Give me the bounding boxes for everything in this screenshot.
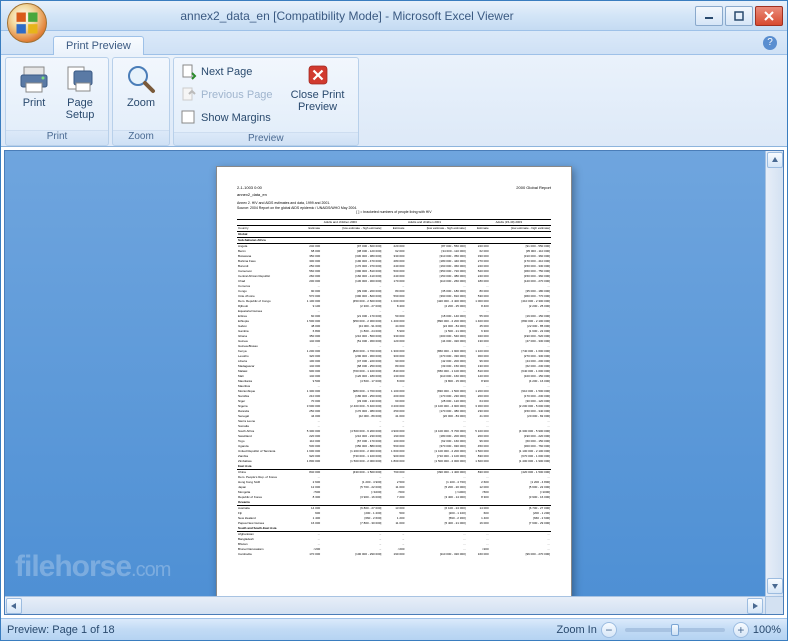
next-page-button[interactable]: Next Page — [179, 61, 275, 83]
tab-print-preview[interactable]: Print Preview — [53, 36, 144, 55]
zoom-controls: Zoom In − + 100% — [557, 622, 782, 638]
checkbox-icon — [181, 110, 197, 126]
ribbon-tabs: Print Preview ? — [1, 31, 787, 55]
window-title: annex2_data_en [Compatibility Mode] - Mi… — [1, 9, 693, 23]
office-button[interactable] — [7, 3, 47, 43]
vertical-scrollbar[interactable] — [765, 151, 783, 596]
group-zoom: Zoom Zoom — [112, 57, 170, 146]
page-setup-button[interactable]: Page Setup — [57, 61, 103, 121]
scroll-up-icon[interactable] — [767, 152, 783, 168]
scroll-right-icon[interactable] — [747, 598, 763, 614]
close-preview-button[interactable]: Close Print Preview — [283, 61, 353, 113]
zoom-thumb[interactable] — [671, 624, 679, 636]
statusbar: Preview: Page 1 of 18 Zoom In − + 100% — [1, 618, 787, 640]
help-icon[interactable]: ? — [763, 36, 777, 50]
printer-icon — [18, 63, 50, 95]
page-down-icon — [181, 64, 197, 80]
zoom-slider[interactable] — [625, 628, 725, 632]
data-table: Adults and children 2003 Adults and chil… — [237, 219, 551, 557]
ribbon: Print Page Setup Print Zoom Zoom — [1, 55, 787, 147]
watermark: filehorse.com — [15, 550, 170, 584]
zoom-percent: 100% — [753, 624, 781, 636]
page-setup-icon — [64, 63, 96, 95]
status-page: Preview: Page 1 of 18 — [7, 624, 115, 636]
page-up-icon — [181, 87, 197, 103]
preview-area: 2-1-1003 0:002000 Global Report annex2_d… — [4, 150, 784, 615]
magnifier-icon — [125, 63, 157, 95]
scroll-left-icon[interactable] — [6, 598, 22, 614]
scroll-corner — [765, 596, 783, 614]
scroll-down-icon[interactable] — [767, 578, 783, 594]
zoom-button[interactable]: Zoom — [118, 61, 164, 109]
close-icon — [306, 63, 330, 87]
zoom-out-button[interactable]: − — [601, 622, 617, 638]
group-preview: Next Page Previous Page Show Margins Clo… — [173, 57, 359, 146]
close-button[interactable] — [755, 6, 783, 26]
app-window: annex2_data_en [Compatibility Mode] - Mi… — [0, 0, 788, 641]
previous-page-button: Previous Page — [179, 84, 275, 106]
zoom-in-button[interactable]: + — [733, 622, 749, 638]
minimize-button[interactable] — [695, 6, 723, 26]
horizontal-scrollbar[interactable] — [5, 596, 765, 614]
group-print: Print Page Setup Print — [5, 57, 109, 146]
show-margins-checkbox[interactable]: Show Margins — [179, 107, 275, 129]
page-preview: 2-1-1003 0:002000 Global Report annex2_d… — [216, 166, 572, 615]
titlebar: annex2_data_en [Compatibility Mode] - Mi… — [1, 1, 787, 31]
maximize-button[interactable] — [725, 6, 753, 26]
print-button[interactable]: Print — [11, 61, 57, 109]
